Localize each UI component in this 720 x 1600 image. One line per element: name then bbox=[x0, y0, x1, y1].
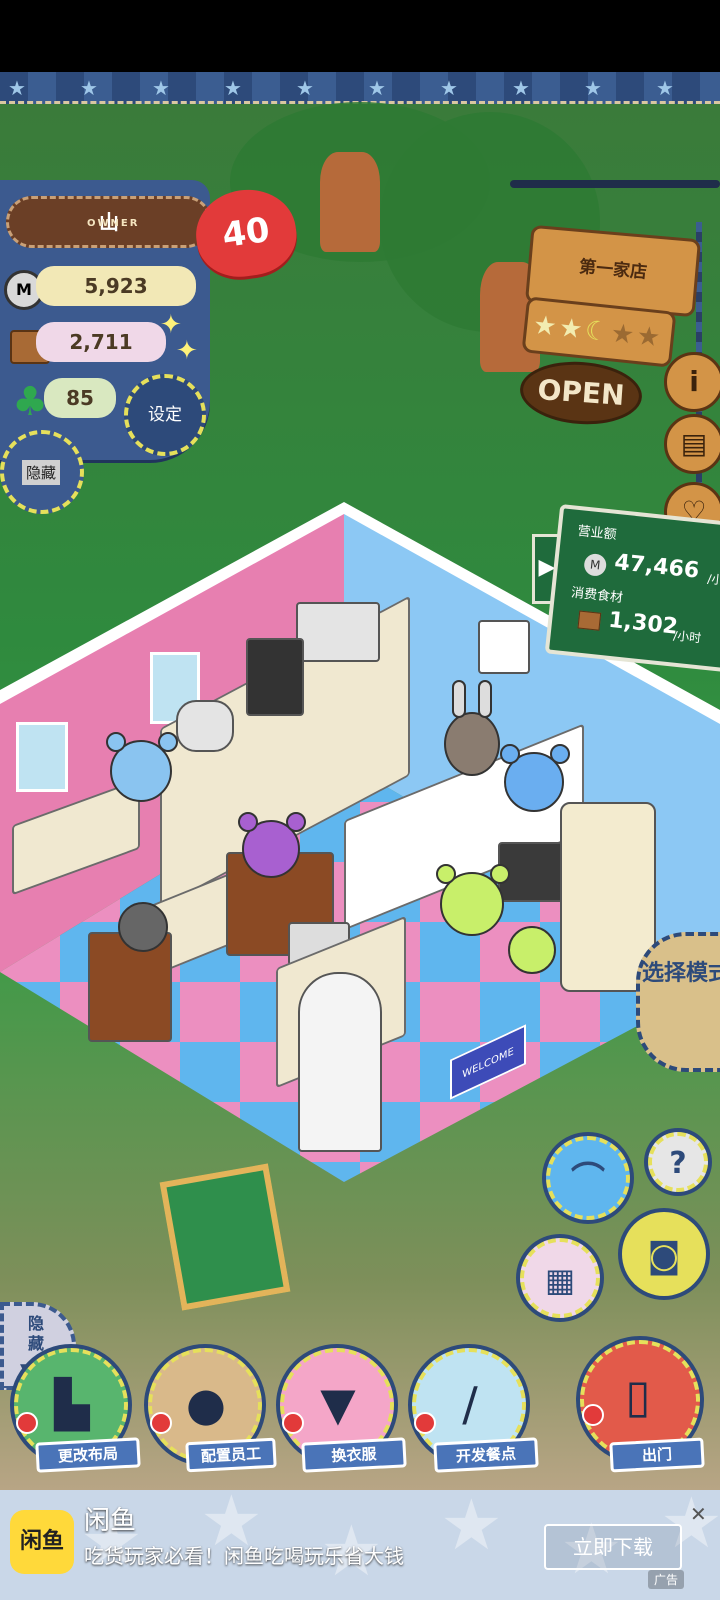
ingredients-stat: 2,711 bbox=[36, 322, 166, 362]
empty-star-icon: ★ bbox=[609, 318, 636, 351]
ad-description: 吃货玩家必看！闲鱼吃喝玩乐省大钱 bbox=[84, 1544, 404, 1568]
ad-app-logo[interactable]: 闲鱼 bbox=[10, 1510, 74, 1574]
owner-caption: OWNER bbox=[87, 218, 140, 229]
consumed-unit: /小时 bbox=[672, 628, 702, 646]
water-cooler[interactable] bbox=[298, 972, 382, 1152]
bunny-customer[interactable] bbox=[444, 680, 500, 776]
settings-button[interactable]: 设定 bbox=[124, 374, 206, 456]
help-icon[interactable]: ? bbox=[648, 1132, 708, 1192]
menu-board-sign bbox=[159, 1163, 291, 1311]
go-out-label[interactable]: 出门 bbox=[609, 1437, 705, 1473]
recipe-book-icon[interactable]: ▤ bbox=[664, 414, 720, 474]
ad-label: 广告 bbox=[648, 1570, 685, 1589]
green-bear-customer[interactable] bbox=[436, 864, 510, 936]
consumed-value: 1,302 bbox=[607, 607, 680, 640]
door-icon: ▯ bbox=[625, 1369, 651, 1423]
purple-squirrel-customer[interactable] bbox=[238, 812, 306, 878]
microwave[interactable] bbox=[296, 602, 380, 662]
assign-staff-label[interactable]: 配置员工 bbox=[185, 1437, 277, 1473]
develop-dishes-label[interactable]: 开发餐点 bbox=[433, 1437, 539, 1473]
ad-banner[interactable]: ★ ★ ★ ★ ★ ★ 闲鱼 闲鱼 吃货玩家必看！闲鱼吃喝玩乐省大钱 立即下载 ✕ 广告 bbox=[0, 1490, 720, 1600]
blue-bear-chef[interactable] bbox=[500, 744, 570, 812]
hide-label: 隐藏 bbox=[22, 460, 61, 485]
pin-icon bbox=[150, 1412, 172, 1434]
ad-close-icon[interactable]: ✕ bbox=[690, 1502, 707, 1526]
revenue-board[interactable]: 营业额 M 47,466 /小时 消费食材 1,302 /小时 bbox=[544, 503, 720, 675]
knife-icon: / bbox=[462, 1377, 478, 1431]
pin-icon bbox=[582, 1404, 604, 1426]
shirt-icon: ▼ bbox=[320, 1377, 356, 1431]
window bbox=[16, 722, 68, 792]
half-star-icon: ☾ bbox=[583, 315, 610, 348]
rice-cooker[interactable] bbox=[176, 700, 234, 752]
wall-clock[interactable] bbox=[478, 620, 530, 674]
coins-stat: 5,923 bbox=[36, 266, 196, 306]
star-icon: ★ bbox=[557, 312, 584, 346]
coffee-maker[interactable] bbox=[246, 638, 304, 716]
empty-star-icon: ★ bbox=[635, 321, 662, 354]
ad-title: 闲鱼 bbox=[84, 1506, 137, 1536]
blue-bear-staff[interactable] bbox=[106, 732, 178, 802]
hat-icon[interactable]: ⌒ bbox=[546, 1136, 630, 1220]
clovers-stat: 85 bbox=[44, 378, 116, 418]
select-mode-button[interactable]: 选择模式 bbox=[636, 932, 720, 1072]
game-viewport[interactable]: ★ ★ ★ ★ ★ ★ ★ ★ ★ ★ WELCOME OWNER 山 40 M… bbox=[0, 72, 720, 1490]
star-icon: ★ bbox=[531, 310, 559, 343]
consumed-label: 消费食材 bbox=[570, 585, 624, 606]
change-clothes-label[interactable]: 换衣服 bbox=[301, 1437, 407, 1473]
sales-unit: /小时 bbox=[706, 571, 720, 589]
sign-hanger-bar bbox=[510, 180, 720, 188]
level-value: 40 bbox=[219, 209, 273, 257]
hide-panel-button[interactable]: 隐藏 bbox=[0, 430, 84, 514]
table-icon: ▙ bbox=[54, 1377, 90, 1431]
gallery-icon[interactable]: ▦ bbox=[520, 1238, 600, 1318]
small-green-bear-customer[interactable] bbox=[508, 926, 556, 974]
basket-icon bbox=[577, 610, 602, 631]
tree-trunk bbox=[320, 152, 380, 252]
info-icon[interactable]: i bbox=[664, 352, 720, 412]
ad-download-button[interactable]: 立即下载 bbox=[544, 1524, 682, 1570]
bear-face-icon: ● bbox=[185, 1377, 227, 1431]
change-layout-label[interactable]: 更改布局 bbox=[35, 1437, 141, 1473]
coin-icon: M bbox=[583, 552, 608, 578]
pin-icon bbox=[414, 1412, 436, 1434]
hide-label: 隐藏 bbox=[27, 1314, 44, 1353]
sparkle-icon: ✦ bbox=[176, 336, 198, 366]
owner-name-tag[interactable]: OWNER 山 bbox=[6, 196, 212, 248]
status-bar bbox=[0, 0, 720, 72]
gray-bear-customer[interactable] bbox=[118, 902, 168, 952]
sales-label: 营业额 bbox=[576, 523, 618, 543]
pin-icon bbox=[16, 1412, 38, 1434]
open-sign[interactable]: OPEN bbox=[517, 357, 645, 429]
top-star-border: ★ ★ ★ ★ ★ ★ ★ ★ ★ ★ bbox=[0, 72, 720, 104]
camera-icon[interactable]: ◙ bbox=[622, 1212, 706, 1296]
pin-icon bbox=[282, 1412, 304, 1434]
sales-value: 47,466 bbox=[613, 550, 701, 584]
